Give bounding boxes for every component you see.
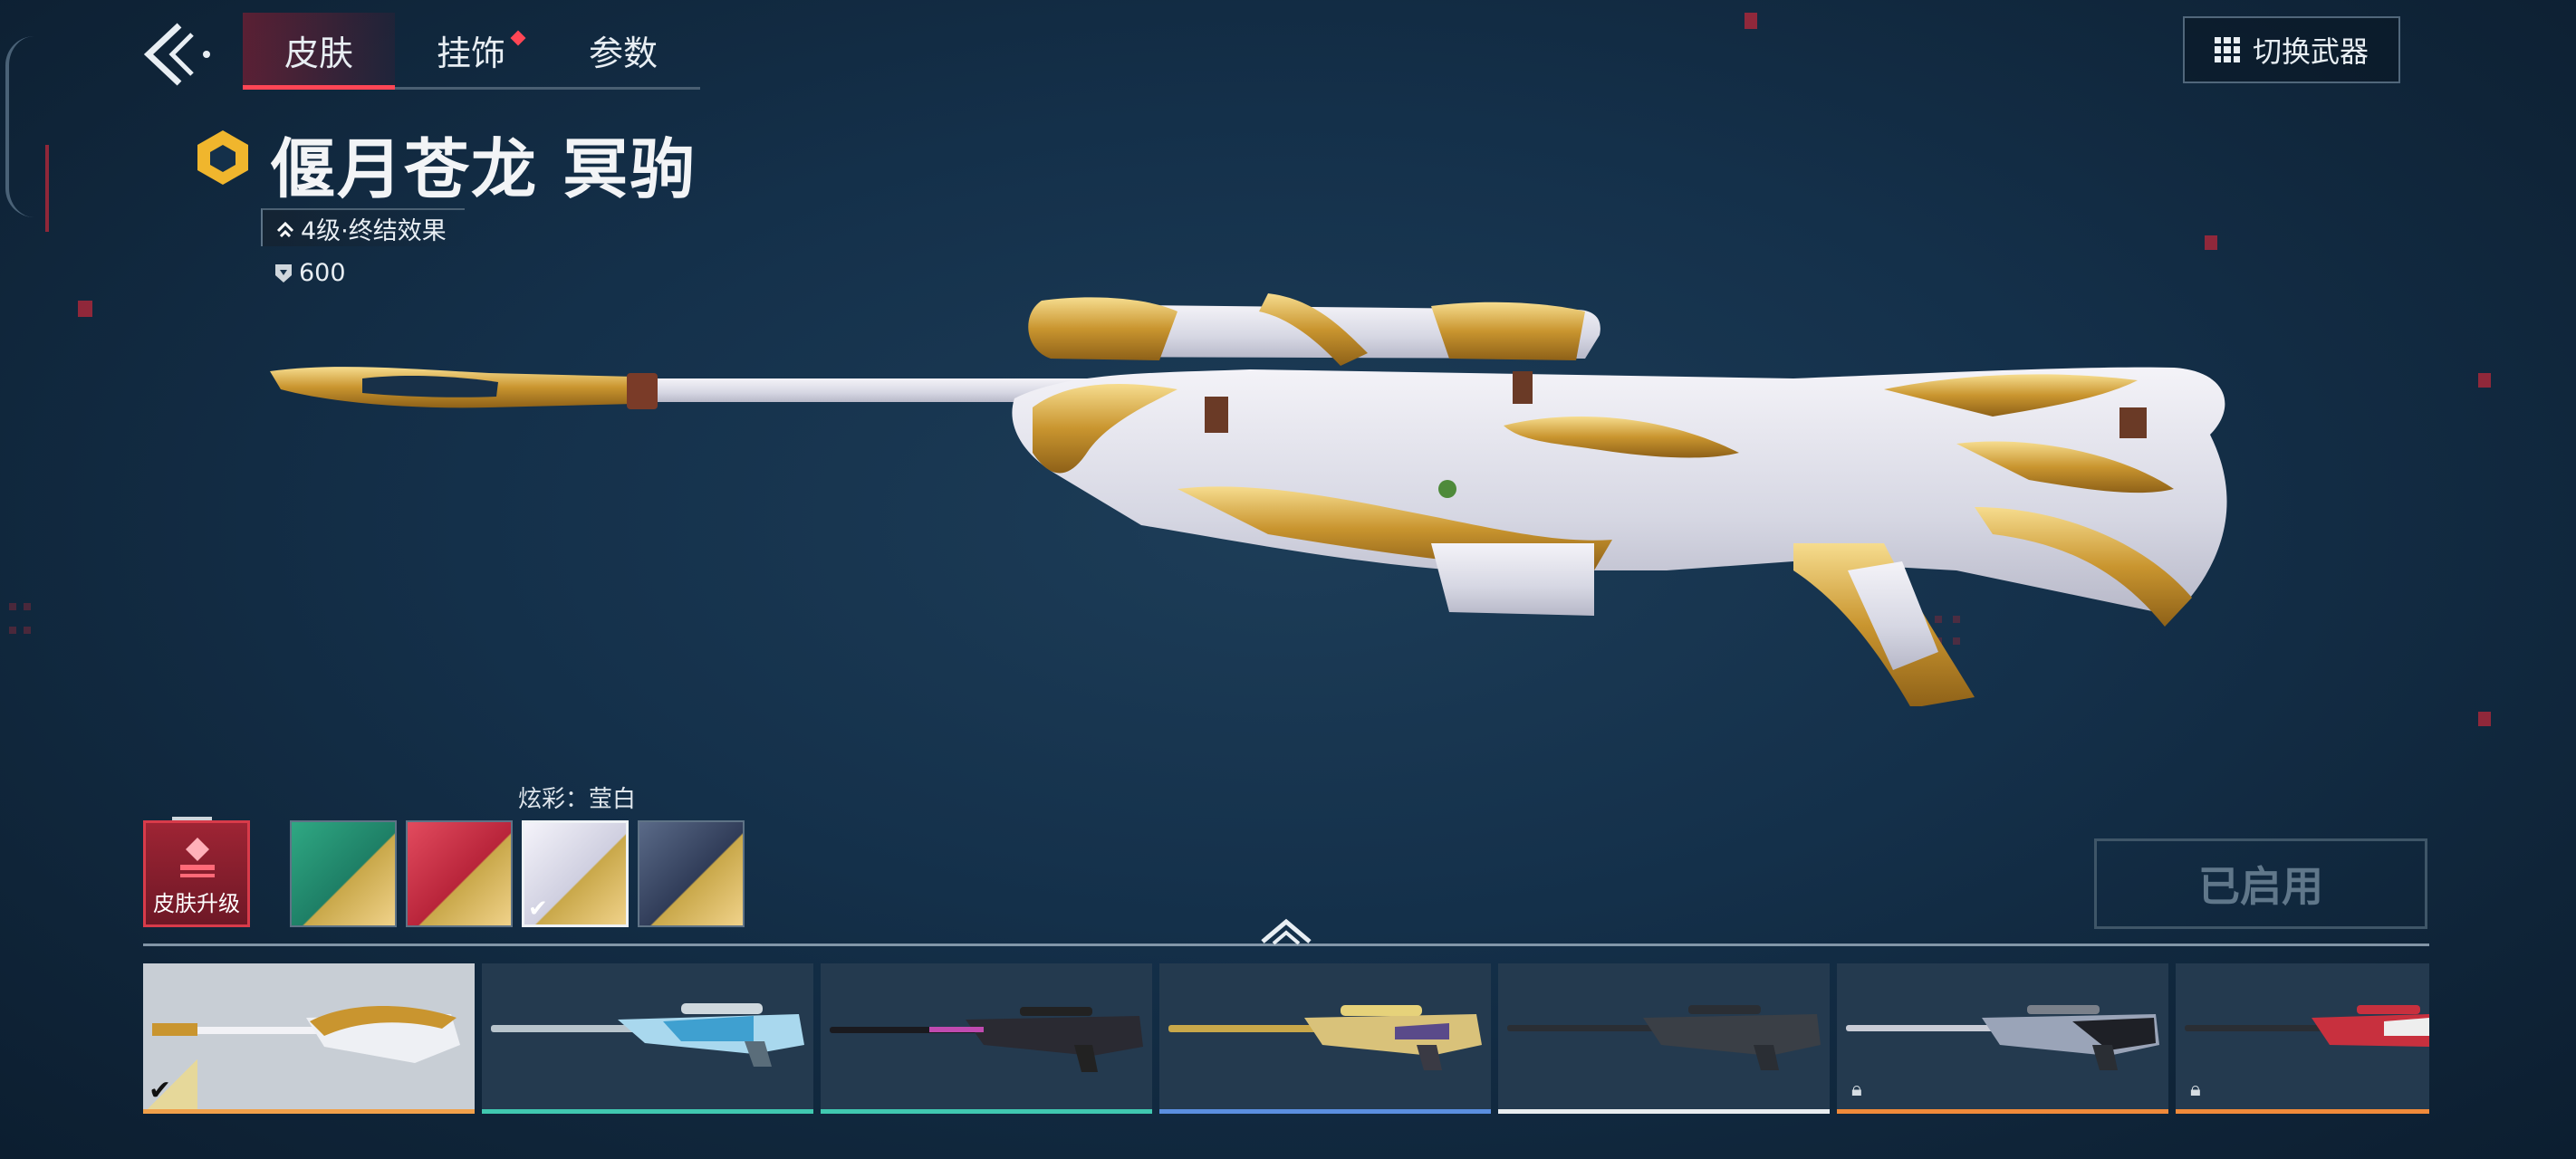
upgrade-icon — [180, 838, 215, 877]
level-up-icon — [276, 221, 294, 238]
chevron-up-icon[interactable] — [1257, 915, 1315, 945]
switch-weapon-label: 切换武器 — [2252, 34, 2369, 69]
tab-skin-label: 皮肤 — [284, 33, 353, 73]
skin-thumbnail[interactable] — [821, 963, 1152, 1114]
weapon-thumbnail-image — [830, 1007, 1143, 1072]
lock-icon: 🔒︎ — [2190, 1078, 2201, 1101]
weapon-thumbnail-image — [2185, 1005, 2429, 1047]
top-tabs: 皮肤 挂饰 参数 — [243, 13, 700, 90]
decor-dot — [9, 603, 16, 610]
back-icon[interactable] — [136, 18, 217, 91]
variant-swatch-green[interactable] — [290, 820, 397, 927]
decor-dot — [9, 627, 16, 634]
weapon-thumbnail-image — [1846, 1005, 2159, 1070]
edge-decoration — [5, 36, 34, 217]
rarity-bar — [143, 1109, 475, 1114]
grid-icon — [2214, 37, 2240, 62]
weapon-thumbnail-image — [491, 1003, 804, 1067]
tab-stats-label: 参数 — [588, 33, 658, 73]
tab-stats[interactable]: 参数 — [547, 13, 699, 87]
tab-buddy-label: 挂饰 — [436, 33, 505, 73]
weapon-image — [270, 293, 2227, 706]
decor-line — [45, 145, 49, 232]
decor-square — [2205, 235, 2217, 250]
variant-swatch-navy[interactable] — [638, 820, 745, 927]
variant-swatch-red[interactable] — [406, 820, 513, 927]
skin-title: 偃月苍龙 冥驹 — [270, 131, 697, 207]
decor-dot — [24, 603, 31, 610]
switch-weapon-button[interactable]: 切换武器 — [2183, 16, 2400, 83]
weapon-thumbnail-image — [1168, 1005, 1482, 1070]
decor-square — [78, 301, 92, 317]
skin-upgrade-button[interactable]: 皮肤升级 — [143, 820, 250, 927]
tab-skin[interactable]: 皮肤 — [243, 13, 395, 90]
level-badge: 4级·终结效果 — [261, 208, 465, 246]
skin-thumbnail[interactable] — [482, 963, 813, 1114]
rarity-bar — [1159, 1109, 1491, 1114]
decor-square — [1745, 13, 1757, 29]
lock-icon: 🔒︎ — [1851, 1078, 1862, 1101]
tab-buddy[interactable]: 挂饰 — [395, 13, 547, 87]
notification-dot — [510, 30, 526, 46]
rarity-bar — [2176, 1109, 2429, 1114]
equipped-label: 已启用 — [2198, 862, 2323, 911]
equipped-button[interactable]: 已启用 — [2094, 838, 2427, 929]
decor-dot — [24, 627, 31, 634]
skin-thumbnail[interactable]: 🔒︎ — [1837, 963, 2168, 1114]
level-text: 4级·终结效果 — [301, 216, 447, 245]
variant-swatch-white[interactable]: ✔ — [522, 820, 629, 927]
skin-thumbnail[interactable] — [1159, 963, 1491, 1114]
skin-upgrade-label: 皮肤升级 — [153, 891, 240, 916]
check-icon: ✔ — [528, 896, 548, 923]
skin-thumbnail[interactable] — [1498, 963, 1830, 1114]
skin-thumbnail[interactable]: ✔ — [143, 963, 475, 1114]
decor-square — [2478, 712, 2491, 726]
equipped-check: ✔ — [143, 1059, 197, 1114]
weapon-thumbnail-image — [1507, 1005, 1821, 1070]
rarity-bar — [482, 1109, 813, 1114]
skin-thumbnail[interactable]: 🔒︎ — [2176, 963, 2429, 1114]
decor-square — [2478, 373, 2491, 388]
rarity-bar — [821, 1109, 1152, 1114]
rarity-bar — [1498, 1109, 1830, 1114]
check-icon: ✔ — [149, 1075, 172, 1106]
rarity-bar — [1837, 1109, 2168, 1114]
tier-icon — [197, 130, 248, 185]
variant-label: 炫彩：莹白 — [518, 786, 637, 813]
